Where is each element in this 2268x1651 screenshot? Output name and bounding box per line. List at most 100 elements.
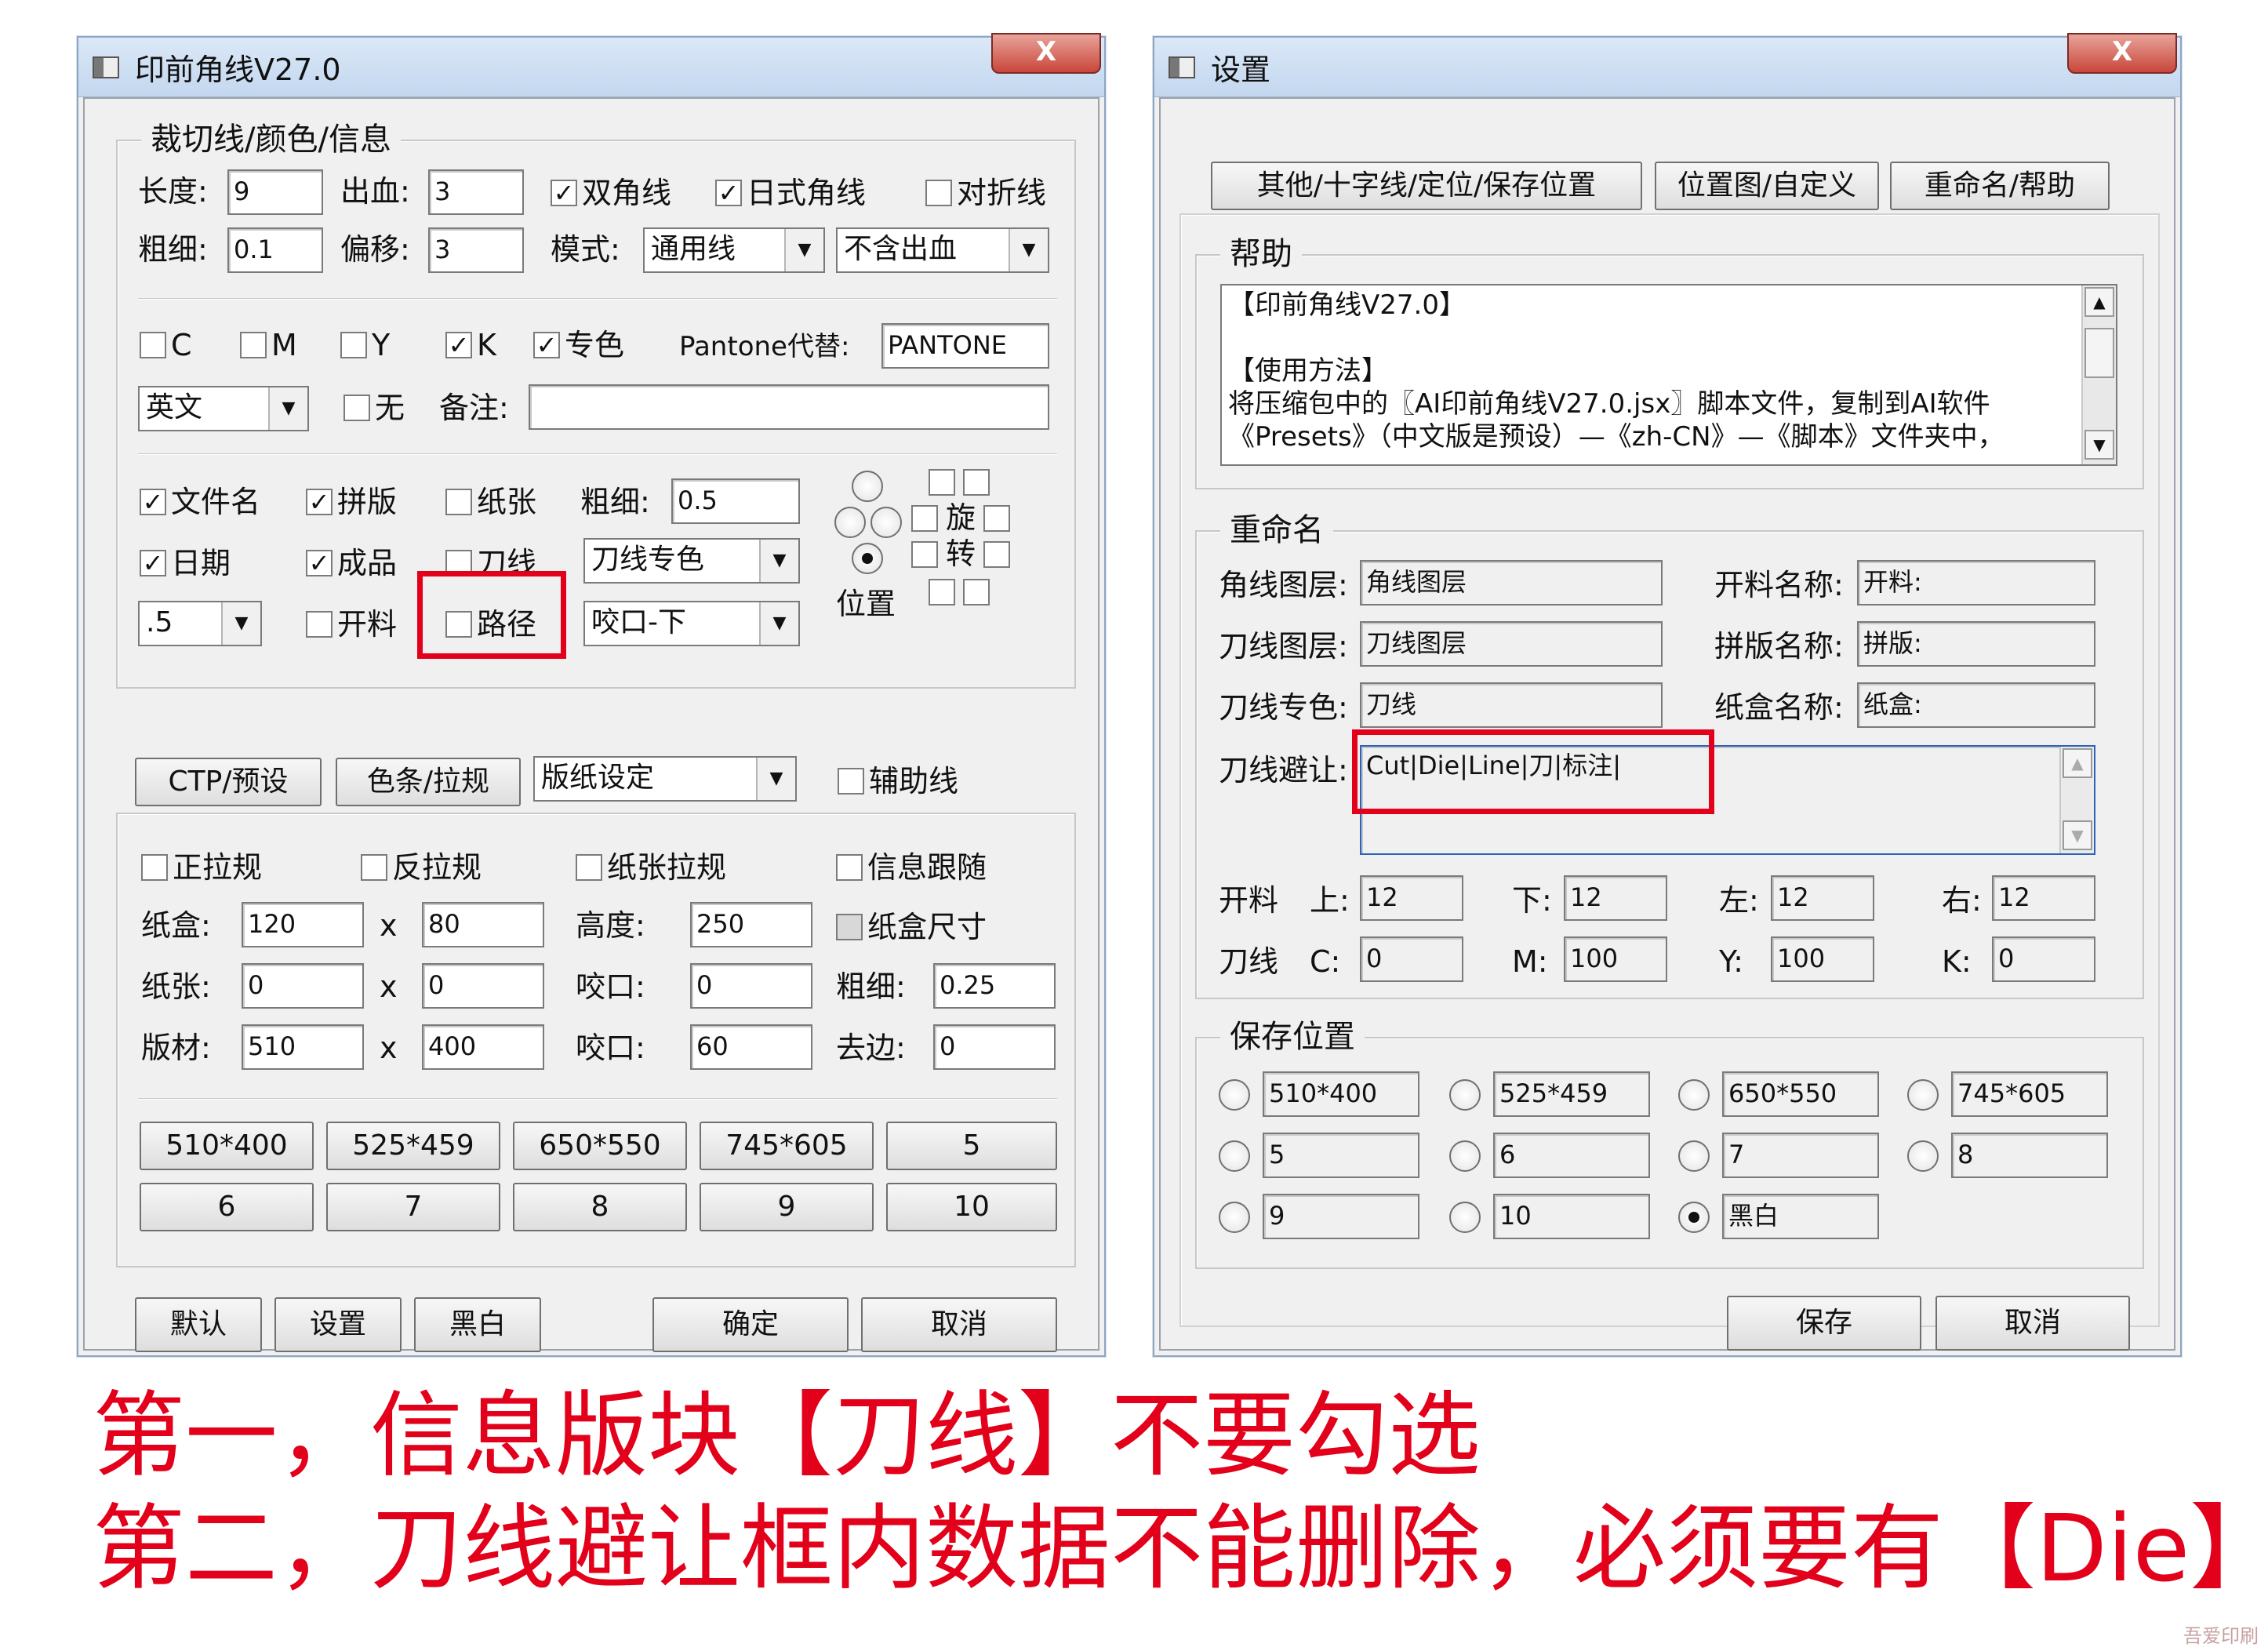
settings-button[interactable]: 设置 bbox=[274, 1297, 402, 1352]
info-follow-checkbox[interactable]: 信息跟随 bbox=[836, 849, 987, 886]
corner-layer-input[interactable]: 角线图层 bbox=[1360, 560, 1663, 605]
die-spot-input[interactable]: 刀线 bbox=[1360, 682, 1663, 728]
save-slot-input[interactable]: 6 bbox=[1493, 1133, 1650, 1178]
box-width-input[interactable]: 120 bbox=[242, 902, 364, 947]
cutting-checkbox[interactable]: 开料 bbox=[306, 605, 397, 643]
filename-checkbox[interactable]: ✓ 文件名 bbox=[140, 483, 260, 521]
preset-button[interactable]: 8 bbox=[513, 1183, 687, 1231]
product-checkbox[interactable]: ✓ 成品 bbox=[306, 544, 397, 582]
colorbar-button[interactable]: 色条/拉规 bbox=[336, 758, 521, 806]
close-button[interactable]: X bbox=[2067, 33, 2177, 74]
spot-checkbox[interactable]: ✓ 专色 bbox=[533, 326, 624, 364]
help-scrollbar[interactable]: ▲ ▼ bbox=[2081, 285, 2116, 464]
tab-other[interactable]: 其他/十字线/定位/保存位置 bbox=[1211, 162, 1642, 210]
close-button[interactable]: X bbox=[991, 33, 1101, 74]
m-checkbox[interactable]: M bbox=[240, 326, 297, 364]
preset-button[interactable]: 745*605 bbox=[700, 1122, 874, 1170]
rotate-box[interactable] bbox=[983, 505, 1010, 532]
c-checkbox[interactable]: C bbox=[140, 326, 192, 364]
cut-left-input[interactable]: 12 bbox=[1771, 875, 1874, 921]
die-m-input[interactable]: 100 bbox=[1564, 936, 1667, 982]
preset-button[interactable]: 6 bbox=[140, 1183, 314, 1231]
back-pull-checkbox[interactable]: 反拉规 bbox=[361, 849, 482, 886]
offset-input[interactable]: 3 bbox=[428, 227, 524, 273]
save-slot-input[interactable]: 7 bbox=[1722, 1133, 1879, 1178]
length-input[interactable]: 9 bbox=[227, 169, 323, 215]
info-thickness-input[interactable]: 0.5 bbox=[671, 478, 800, 524]
save-slot-input[interactable]: 510*400 bbox=[1263, 1071, 1419, 1117]
plate-width-input[interactable]: 510 bbox=[242, 1024, 364, 1070]
ok-button[interactable]: 确定 bbox=[652, 1297, 849, 1352]
save-slot-input[interactable]: 8 bbox=[1951, 1133, 2108, 1178]
cut-name-input[interactable]: 开料: bbox=[1857, 560, 2095, 605]
tab-position-custom[interactable]: 位置图/自定义 bbox=[1655, 162, 1879, 210]
date-checkbox[interactable]: ✓ 日期 bbox=[140, 544, 231, 582]
japan-corner-checkbox[interactable]: ✓ 日式角线 bbox=[715, 174, 866, 212]
title-bar[interactable]: 设置 X bbox=[1154, 33, 2180, 97]
scroll-down-icon[interactable]: ▼ bbox=[2063, 820, 2092, 850]
ctp-preset-button[interactable]: CTP/预设 bbox=[135, 758, 322, 806]
trim-input[interactable]: 0 bbox=[933, 1024, 1056, 1070]
thickness-input[interactable]: 0.1 bbox=[227, 227, 323, 273]
imposition-checkbox[interactable]: ✓ 拼版 bbox=[306, 483, 397, 521]
box-size-checkbox[interactable]: 纸盒尺寸 bbox=[836, 908, 987, 946]
bleed-input[interactable]: 3 bbox=[428, 169, 524, 215]
box-height-input[interactable]: 80 bbox=[422, 902, 544, 947]
rotate-box[interactable] bbox=[929, 469, 955, 496]
save-button[interactable]: 保存 bbox=[1727, 1296, 1921, 1351]
preset-button[interactable]: 525*459 bbox=[326, 1122, 500, 1170]
die-k-input[interactable]: 0 bbox=[1992, 936, 2095, 982]
paper-pull-checkbox[interactable]: 纸张拉规 bbox=[576, 849, 726, 886]
save-slot-input[interactable]: 5 bbox=[1263, 1133, 1419, 1178]
rotate-box[interactable] bbox=[911, 505, 938, 532]
save-slot-input[interactable]: 黑白 bbox=[1722, 1194, 1879, 1239]
position-radio-left[interactable] bbox=[834, 507, 866, 538]
save-slot-input[interactable]: 525*459 bbox=[1493, 1071, 1650, 1117]
title-bar[interactable]: 印前角线V27.0 X bbox=[78, 33, 1104, 97]
save-slot-radio[interactable] bbox=[1219, 1202, 1250, 1233]
preset-button[interactable]: 7 bbox=[326, 1183, 500, 1231]
cancel-button[interactable]: 取消 bbox=[1935, 1296, 2130, 1351]
save-slot-radio[interactable] bbox=[1449, 1202, 1481, 1233]
save-slot-input[interactable]: 745*605 bbox=[1951, 1071, 2108, 1117]
plate-height-input[interactable]: 400 bbox=[422, 1024, 544, 1070]
default-button[interactable]: 默认 bbox=[135, 1297, 262, 1352]
sheet-setting-select[interactable]: 版纸设定 ▼ bbox=[533, 756, 797, 802]
save-slot-radio[interactable] bbox=[1907, 1140, 1939, 1172]
k-checkbox[interactable]: ✓ K bbox=[445, 326, 496, 364]
fold-line-checkbox[interactable]: 对折线 bbox=[925, 174, 1046, 212]
cancel-button[interactable]: 取消 bbox=[861, 1297, 1057, 1352]
preset-button[interactable]: 10 bbox=[886, 1183, 1057, 1231]
thickness-input[interactable]: 0.25 bbox=[933, 963, 1056, 1009]
preset-button[interactable]: 510*400 bbox=[140, 1122, 314, 1170]
position-radio-bottom[interactable] bbox=[852, 543, 883, 574]
height-input[interactable]: 250 bbox=[690, 902, 812, 947]
position-radio-top[interactable] bbox=[852, 471, 883, 502]
paper-height-input[interactable]: 0 bbox=[422, 963, 544, 1009]
save-slot-radio[interactable] bbox=[1449, 1079, 1481, 1111]
die-avoid-scrollbar[interactable]: ▲ ▼ bbox=[2059, 747, 2094, 853]
pantone-input[interactable]: PANTONE bbox=[881, 323, 1049, 369]
save-slot-radio[interactable] bbox=[1219, 1140, 1250, 1172]
save-slot-input[interactable]: 9 bbox=[1263, 1194, 1419, 1239]
preset-button[interactable]: 5 bbox=[886, 1122, 1057, 1170]
cut-top-input[interactable]: 12 bbox=[1360, 875, 1463, 921]
save-slot-radio[interactable] bbox=[1449, 1140, 1481, 1172]
rotate-box[interactable] bbox=[929, 579, 955, 605]
gripper-input[interactable]: 0 bbox=[690, 963, 812, 1009]
save-slot-radio[interactable] bbox=[1678, 1079, 1710, 1111]
imposition-name-input[interactable]: 拼版: bbox=[1857, 621, 2095, 667]
rotate-box[interactable] bbox=[983, 541, 1010, 568]
paper-checkbox[interactable]: 纸张 bbox=[445, 483, 536, 521]
position-radio-right[interactable] bbox=[870, 507, 902, 538]
front-pull-checkbox[interactable]: 正拉规 bbox=[141, 849, 262, 886]
cut-right-input[interactable]: 12 bbox=[1992, 875, 2095, 921]
scroll-down-icon[interactable]: ▼ bbox=[2084, 430, 2114, 460]
scroll-up-icon[interactable]: ▲ bbox=[2084, 287, 2114, 317]
save-slot-input[interactable]: 10 bbox=[1493, 1194, 1650, 1239]
paper-width-input[interactable]: 0 bbox=[242, 963, 364, 1009]
guide-checkbox[interactable]: 辅助线 bbox=[838, 762, 958, 800]
bw-button[interactable]: 黑白 bbox=[414, 1297, 541, 1352]
save-slot-input[interactable]: 650*550 bbox=[1722, 1071, 1879, 1117]
bleed-mode-select[interactable]: 不含出血 ▼ bbox=[836, 227, 1049, 273]
